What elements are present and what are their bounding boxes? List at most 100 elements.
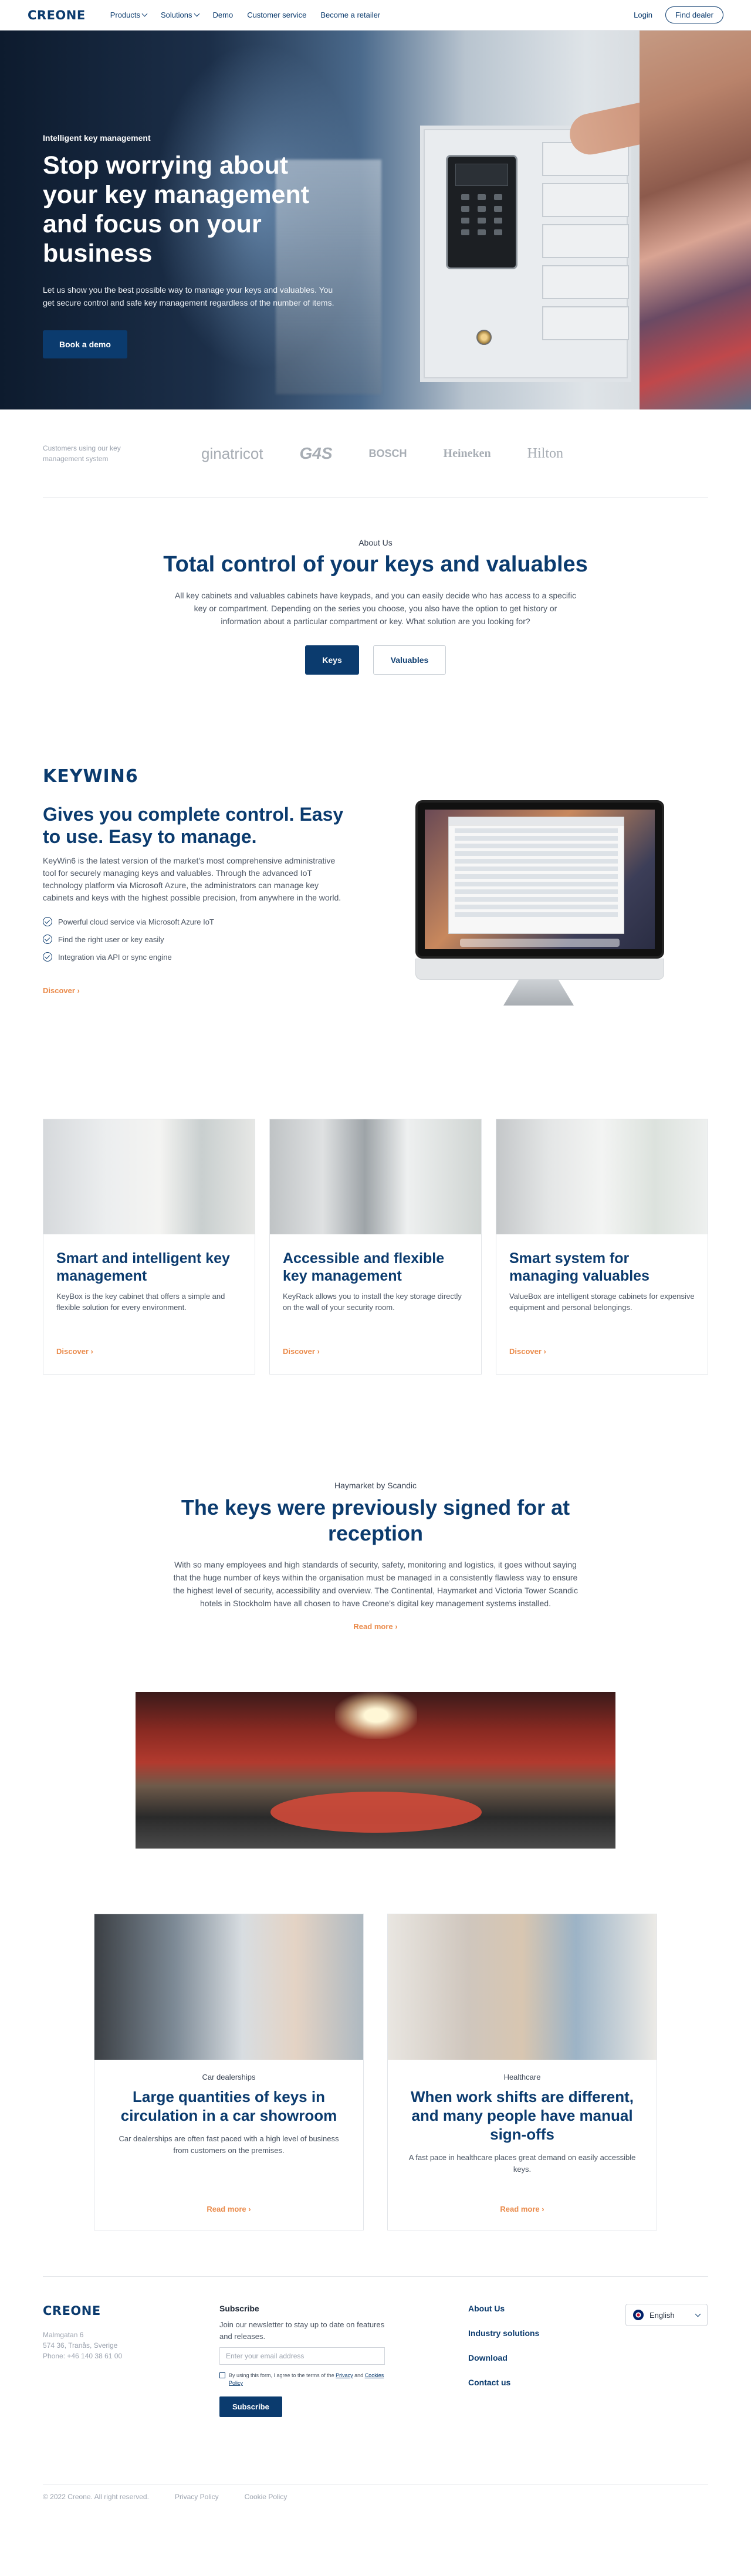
tab-keys[interactable]: Keys: [305, 645, 359, 675]
case-study-section: Haymarket by Scandic The keys were previ…: [0, 1457, 751, 1856]
product-discover-link[interactable]: Discover ›: [283, 1347, 320, 1356]
cabinet-drawer: [542, 183, 629, 217]
footer-link-contact[interactable]: Contact us: [468, 2378, 539, 2387]
tab-valuables[interactable]: Valuables: [373, 645, 446, 675]
privacy-link[interactable]: Privacy: [336, 2372, 353, 2378]
feature-label: Find the right user or key easily: [58, 935, 164, 944]
page: CREONE Products Solutions Demo Customer …: [0, 0, 751, 2507]
language-select[interactable]: English: [625, 2304, 708, 2326]
feature-item: Powerful cloud service via Microsoft Azu…: [43, 917, 348, 926]
hero-section: Intelligent key management Stop worrying…: [0, 31, 751, 409]
product-card-keybox[interactable]: Smart and intelligent key management Key…: [43, 1119, 255, 1375]
chevron-down-icon: [695, 2311, 701, 2317]
nav-right: Login Find dealer: [634, 6, 723, 23]
hero-eyebrow: Intelligent key management: [43, 133, 151, 143]
nav-item-products[interactable]: Products: [110, 11, 148, 19]
chevron-down-icon: [141, 11, 148, 17]
product-cards: Smart and intelligent key management Key…: [0, 1073, 751, 1457]
keyrack-image: [270, 1119, 481, 1234]
case-eyebrow: Haymarket by Scandic: [334, 1481, 417, 1490]
about-title: Total control of your keys and valuables: [163, 552, 588, 577]
consent-and: and: [354, 2372, 364, 2378]
about-tabs: Keys Valuables: [0, 645, 751, 675]
product-discover-link[interactable]: Discover ›: [509, 1347, 546, 1356]
keywin-logo: KEYWIN6: [43, 766, 138, 787]
nav-item-solutions[interactable]: Solutions: [161, 11, 199, 19]
read-more-label: Read more: [500, 2205, 540, 2213]
nav-item-demo[interactable]: Demo: [213, 11, 234, 19]
case-text: With so many employees and high standard…: [173, 1560, 578, 1608]
industry-title: When work shifts are different, and many…: [411, 2088, 634, 2143]
case-title: The keys were previously signed for at r…: [181, 1495, 570, 1545]
industry-text: A fast pace in healthcare places great d…: [408, 2153, 636, 2174]
product-title: Accessible and flexible key management: [283, 1250, 445, 1284]
industry-text: Car dealerships are often fast paced wit…: [119, 2134, 339, 2155]
keywin-discover-link[interactable]: Discover ›: [43, 986, 80, 995]
nav-item-label: Solutions: [161, 11, 192, 19]
address-line: Phone: +46 140 38 61 00: [43, 2352, 123, 2360]
rug-shape: [270, 1792, 482, 1833]
product-discover-link[interactable]: Discover ›: [56, 1347, 93, 1356]
nav-item-become-retailer[interactable]: Become a retailer: [320, 11, 380, 19]
top-nav: CREONE Products Solutions Demo Customer …: [0, 0, 751, 31]
about-eyebrow: About Us: [358, 538, 393, 547]
consent-prefix: By using this form, I agree to the terms…: [229, 2372, 334, 2378]
dock-bar: [460, 939, 620, 947]
bosch-logo: BOSCH: [368, 447, 407, 459]
footer-link-industry[interactable]: Industry solutions: [468, 2328, 539, 2338]
lock-icon: [476, 330, 492, 345]
healthcare-image: [388, 1914, 657, 2060]
customers-label: Customers using our key management syste…: [43, 444, 121, 463]
footer-links: About Us Industry solutions Download Con…: [468, 2304, 539, 2402]
footer-link-download[interactable]: Download: [468, 2353, 539, 2362]
email-input[interactable]: Enter your email address: [219, 2347, 385, 2365]
monitor-stand: [503, 980, 574, 1006]
industry-category: Car dealerships: [202, 2073, 256, 2081]
g4s-logo: G4S: [299, 444, 333, 462]
nav-links: Products Solutions Demo Customer service…: [110, 11, 381, 19]
keybox-image: [43, 1119, 255, 1234]
login-link[interactable]: Login: [634, 11, 652, 19]
read-more-label: Read more: [353, 1622, 393, 1631]
feature-item: Find the right user or key easily: [43, 935, 348, 944]
privacy-policy-link[interactable]: Privacy Policy: [175, 2493, 219, 2501]
keywin-section: KEYWIN6 Gives you complete control. Easy…: [0, 718, 751, 1073]
find-dealer-button[interactable]: Find dealer: [665, 6, 723, 23]
industry-read-more-link[interactable]: Read more ›: [388, 2205, 657, 2213]
product-title: Smart system for managing valuables: [509, 1250, 649, 1284]
check-circle-icon: [43, 935, 52, 944]
customers-strip: Customers using our key management syste…: [0, 409, 751, 497]
consent-text: By using this form, I agree to the terms…: [229, 2372, 390, 2387]
footer-link-about[interactable]: About Us: [468, 2304, 539, 2313]
check-circle-icon: [43, 917, 52, 926]
discover-label: Discover: [283, 1347, 315, 1356]
logo[interactable]: CREONE: [28, 8, 86, 22]
monitor-image: [415, 800, 664, 959]
hilton-logo: Hilton: [527, 445, 564, 461]
nav-item-label: Products: [110, 11, 141, 19]
subscribe-title: Subscribe: [219, 2304, 259, 2313]
cabinet-drawer: [542, 265, 629, 299]
footer-logo[interactable]: CREONE: [43, 2304, 101, 2318]
address-line: Malmgatan 6: [43, 2331, 84, 2339]
cabinet-drawer: [542, 306, 629, 340]
footer-address: Malmgatan 6 574 36, Tranås, Sverige Phon…: [43, 2330, 122, 2361]
nav-item-customer-service[interactable]: Customer service: [247, 11, 306, 19]
industry-card-car-dealerships[interactable]: Car dealerships Large quantities of keys…: [94, 1914, 364, 2230]
product-card-valuebox[interactable]: Smart system for managing valuables Valu…: [496, 1119, 708, 1375]
product-card-keyrack[interactable]: Accessible and flexible key management K…: [269, 1119, 482, 1375]
industry-card-healthcare[interactable]: Healthcare When work shifts are differen…: [387, 1914, 657, 2230]
heineken-logo: Heineken: [443, 446, 491, 460]
case-read-more-link[interactable]: Read more ›: [353, 1622, 397, 1631]
discover-label: Discover: [509, 1347, 542, 1356]
industry-read-more-link[interactable]: Read more ›: [94, 2205, 363, 2213]
address-line: 574 36, Tranås, Sverige: [43, 2341, 118, 2350]
cookie-policy-link[interactable]: Cookie Policy: [245, 2493, 287, 2501]
feature-item: Integration via API or sync engine: [43, 952, 348, 962]
book-demo-button[interactable]: Book a demo: [43, 330, 127, 358]
subscribe-button[interactable]: Subscribe: [219, 2396, 282, 2417]
car-dealership-image: [94, 1914, 363, 2060]
industry-section: Car dealerships Large quantities of keys…: [0, 1856, 751, 2276]
consent-checkbox[interactable]: [219, 2372, 225, 2378]
product-text: KeyRack allows you to install the key st…: [283, 1292, 462, 1312]
